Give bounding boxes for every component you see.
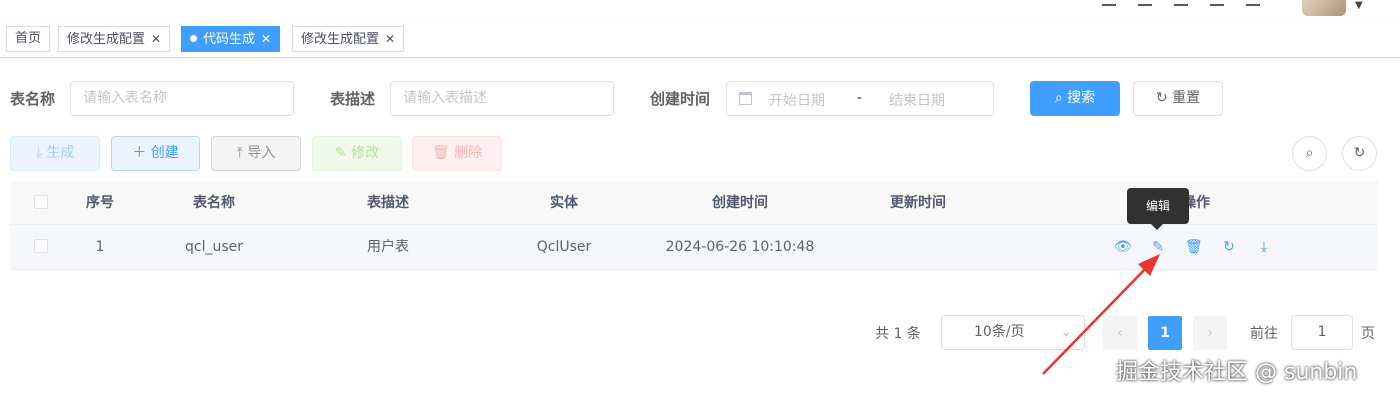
annotation-arrow	[1042, 254, 1160, 375]
watermark: 掘金技术社区 @ sunbin	[1116, 360, 1358, 385]
